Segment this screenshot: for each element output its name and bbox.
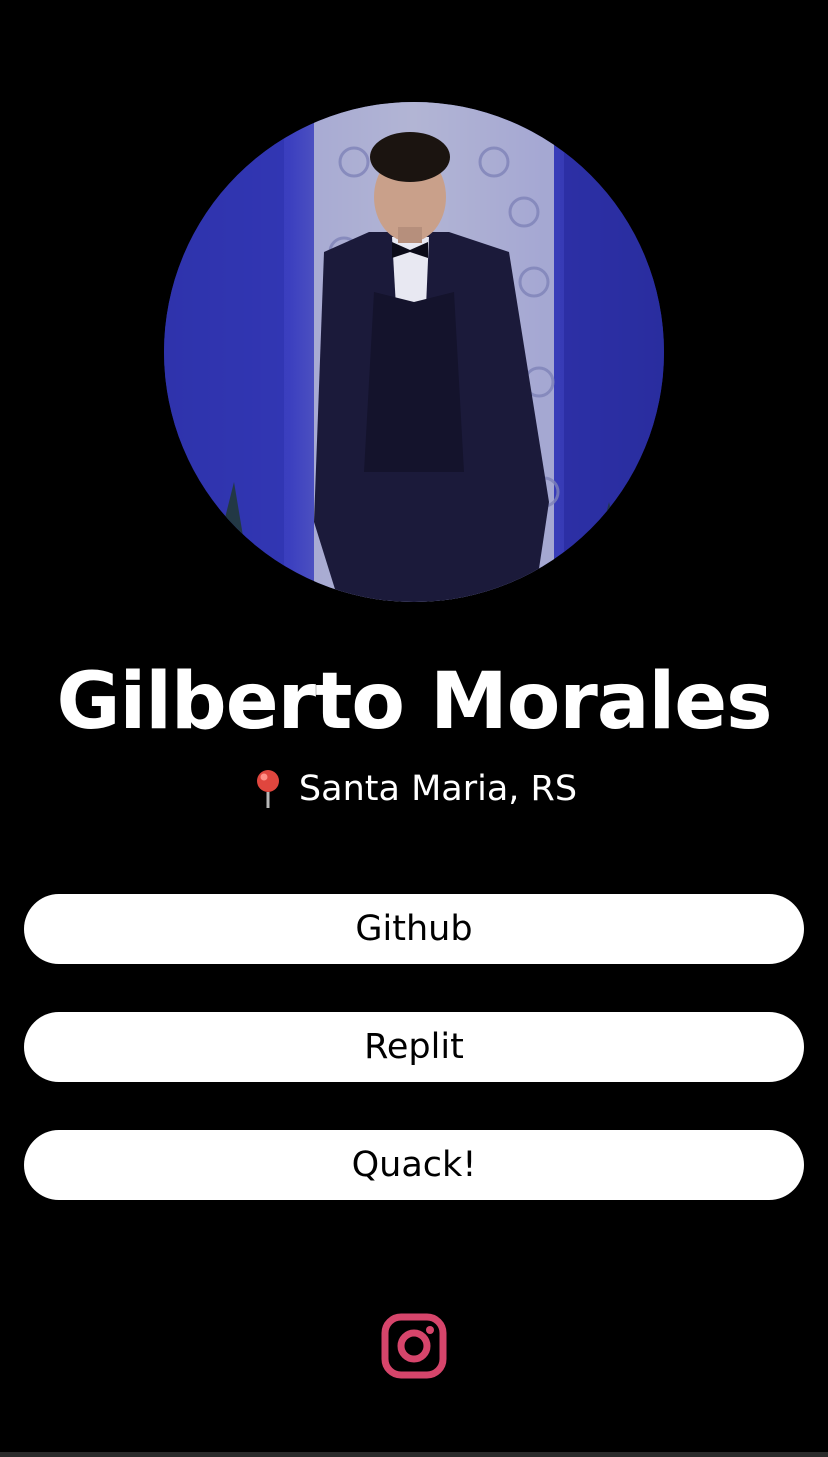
profile-name: Gilberto Morales	[56, 657, 772, 747]
bottom-divider	[0, 1452, 828, 1457]
link-list: Github Replit Quack!	[24, 894, 804, 1248]
instagram-link[interactable]	[381, 1313, 447, 1379]
profile-photo-image	[164, 102, 664, 602]
quack-link-button[interactable]: Quack!	[24, 1130, 804, 1200]
replit-link-button[interactable]: Replit	[24, 1012, 804, 1082]
location-label: Santa Maria, RS	[298, 769, 578, 809]
profile-photo	[164, 102, 664, 602]
map-pin-icon	[256, 770, 279, 808]
profile-location: Santa Maria, RS	[0, 766, 828, 812]
github-link-button[interactable]: Github	[24, 894, 804, 964]
instagram-icon	[381, 1313, 447, 1379]
